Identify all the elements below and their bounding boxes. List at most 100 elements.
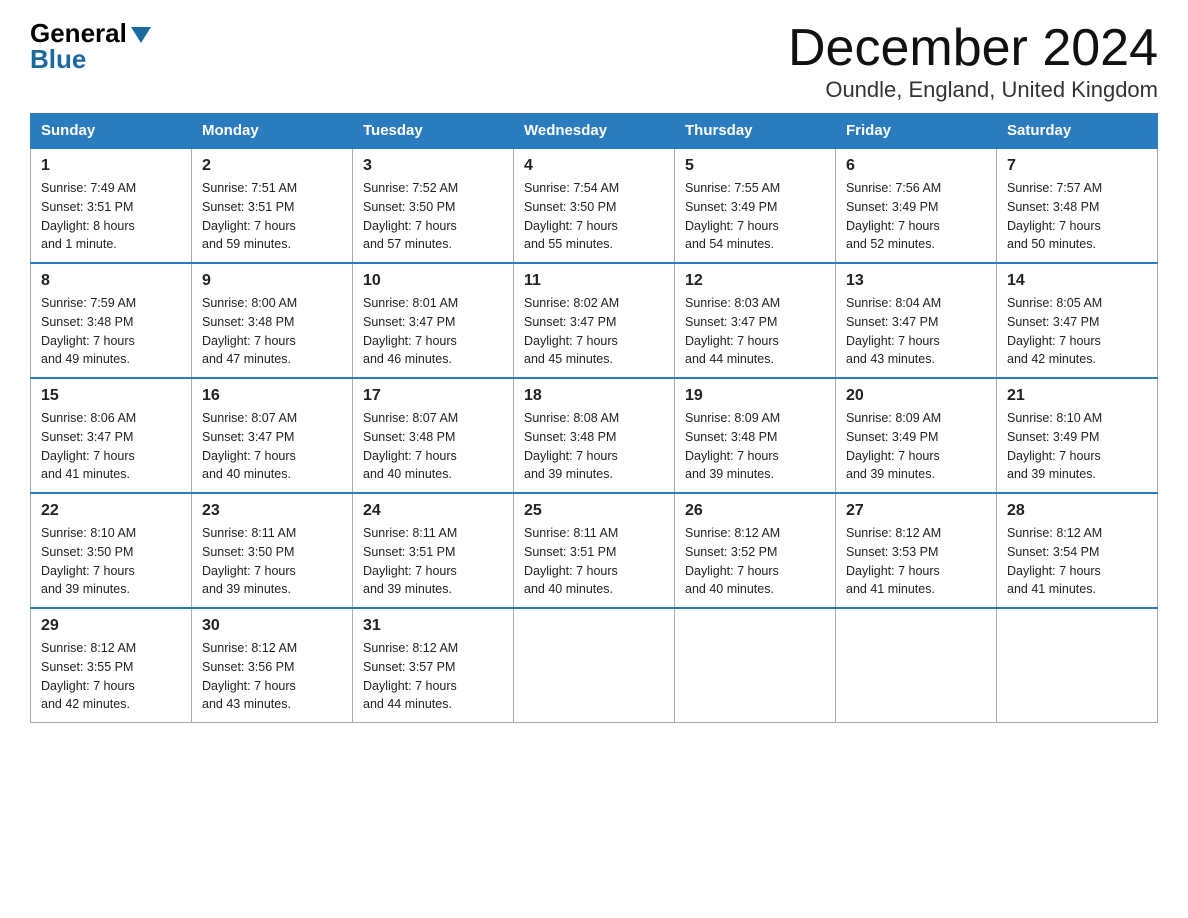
day-info: Sunrise: 7:57 AMSunset: 3:48 PMDaylight:… (1007, 179, 1147, 254)
sunset-text: Sunset: 3:50 PM (363, 198, 503, 217)
daylight-text: Daylight: 7 hours (524, 332, 664, 351)
daylight-text: Daylight: 7 hours (41, 332, 181, 351)
sunrise-text: Sunrise: 8:12 AM (41, 639, 181, 658)
sunrise-text: Sunrise: 8:08 AM (524, 409, 664, 428)
daylight-text: Daylight: 7 hours (524, 447, 664, 466)
sunset-text: Sunset: 3:48 PM (41, 313, 181, 332)
daylight-text: Daylight: 7 hours (846, 217, 986, 236)
daylight-text-cont: and 40 minutes. (202, 465, 342, 484)
day-info: Sunrise: 8:03 AMSunset: 3:47 PMDaylight:… (685, 294, 825, 369)
sunrise-text: Sunrise: 8:04 AM (846, 294, 986, 313)
sunset-text: Sunset: 3:47 PM (41, 428, 181, 447)
day-number: 19 (685, 387, 825, 405)
sunrise-text: Sunrise: 8:05 AM (1007, 294, 1147, 313)
day-info: Sunrise: 8:09 AMSunset: 3:48 PMDaylight:… (685, 409, 825, 484)
sunset-text: Sunset: 3:47 PM (1007, 313, 1147, 332)
day-info: Sunrise: 8:11 AMSunset: 3:51 PMDaylight:… (524, 524, 664, 599)
sunset-text: Sunset: 3:49 PM (685, 198, 825, 217)
calendar-cell: 6Sunrise: 7:56 AMSunset: 3:49 PMDaylight… (836, 148, 997, 263)
day-number: 28 (1007, 502, 1147, 520)
daylight-text: Daylight: 7 hours (202, 562, 342, 581)
daylight-text: Daylight: 7 hours (846, 332, 986, 351)
week-row-1: 1Sunrise: 7:49 AMSunset: 3:51 PMDaylight… (31, 148, 1158, 263)
day-header-wednesday: Wednesday (514, 114, 675, 149)
sunrise-text: Sunrise: 8:09 AM (685, 409, 825, 428)
day-info: Sunrise: 8:10 AMSunset: 3:50 PMDaylight:… (41, 524, 181, 599)
day-info: Sunrise: 8:00 AMSunset: 3:48 PMDaylight:… (202, 294, 342, 369)
daylight-text: Daylight: 7 hours (846, 447, 986, 466)
sunset-text: Sunset: 3:51 PM (202, 198, 342, 217)
day-header-monday: Monday (192, 114, 353, 149)
day-number: 20 (846, 387, 986, 405)
sunset-text: Sunset: 3:53 PM (846, 543, 986, 562)
sunrise-text: Sunrise: 7:57 AM (1007, 179, 1147, 198)
sunrise-text: Sunrise: 8:00 AM (202, 294, 342, 313)
day-number: 24 (363, 502, 503, 520)
daylight-text-cont: and 54 minutes. (685, 235, 825, 254)
day-number: 5 (685, 157, 825, 175)
calendar-cell (997, 608, 1158, 723)
calendar-cell: 17Sunrise: 8:07 AMSunset: 3:48 PMDayligh… (353, 378, 514, 493)
day-number: 29 (41, 617, 181, 635)
day-info: Sunrise: 8:11 AMSunset: 3:50 PMDaylight:… (202, 524, 342, 599)
calendar-cell: 21Sunrise: 8:10 AMSunset: 3:49 PMDayligh… (997, 378, 1158, 493)
day-info: Sunrise: 8:12 AMSunset: 3:52 PMDaylight:… (685, 524, 825, 599)
day-number: 22 (41, 502, 181, 520)
daylight-text: Daylight: 7 hours (41, 677, 181, 696)
sunset-text: Sunset: 3:51 PM (363, 543, 503, 562)
sunset-text: Sunset: 3:47 PM (685, 313, 825, 332)
calendar-cell: 27Sunrise: 8:12 AMSunset: 3:53 PMDayligh… (836, 493, 997, 608)
daylight-text: Daylight: 7 hours (685, 332, 825, 351)
sunrise-text: Sunrise: 8:02 AM (524, 294, 664, 313)
calendar-cell: 8Sunrise: 7:59 AMSunset: 3:48 PMDaylight… (31, 263, 192, 378)
sunset-text: Sunset: 3:48 PM (202, 313, 342, 332)
day-number: 16 (202, 387, 342, 405)
calendar-cell (675, 608, 836, 723)
daylight-text: Daylight: 7 hours (41, 447, 181, 466)
sunrise-text: Sunrise: 8:03 AM (685, 294, 825, 313)
logo-text: General (30, 20, 151, 46)
daylight-text-cont: and 39 minutes. (846, 465, 986, 484)
page-header: General Blue December 2024 Oundle, Engla… (30, 20, 1158, 103)
day-header-tuesday: Tuesday (353, 114, 514, 149)
daylight-text-cont: and 55 minutes. (524, 235, 664, 254)
daylight-text: Daylight: 7 hours (363, 562, 503, 581)
week-row-4: 22 Sunrise: 8:10 AMSunset: 3:50 PMDayligh… (31, 493, 1158, 608)
daylight-text: Daylight: 7 hours (1007, 562, 1147, 581)
calendar-cell: 26 Sunrise: 8:12 AMSunset: 3:52 PMDayligh… (675, 493, 836, 608)
week-row-2: 8Sunrise: 7:59 AMSunset: 3:48 PMDaylight… (31, 263, 1158, 378)
day-number: 26 (685, 502, 825, 520)
sunrise-text: Sunrise: 8:11 AM (524, 524, 664, 543)
day-info: Sunrise: 7:49 AMSunset: 3:51 PMDaylight:… (41, 179, 181, 254)
day-info: Sunrise: 8:01 AMSunset: 3:47 PMDaylight:… (363, 294, 503, 369)
day-info: Sunrise: 7:59 AMSunset: 3:48 PMDaylight:… (41, 294, 181, 369)
day-number: 7 (1007, 157, 1147, 175)
daylight-text-cont: and 41 minutes. (41, 465, 181, 484)
calendar-cell: 31Sunrise: 8:12 AMSunset: 3:57 PMDayligh… (353, 608, 514, 723)
daylight-text: Daylight: 7 hours (202, 447, 342, 466)
calendar-cell: 19 Sunrise: 8:09 AMSunset: 3:48 PMDayligh… (675, 378, 836, 493)
daylight-text-cont: and 41 minutes. (1007, 580, 1147, 599)
daylight-text-cont: and 52 minutes. (846, 235, 986, 254)
day-info: Sunrise: 8:06 AMSunset: 3:47 PMDaylight:… (41, 409, 181, 484)
sunset-text: Sunset: 3:48 PM (1007, 198, 1147, 217)
daylight-text: Daylight: 7 hours (41, 562, 181, 581)
daylight-text: Daylight: 7 hours (202, 332, 342, 351)
day-number: 17 (363, 387, 503, 405)
sunrise-text: Sunrise: 7:56 AM (846, 179, 986, 198)
sunrise-text: Sunrise: 7:59 AM (41, 294, 181, 313)
day-number: 21 (1007, 387, 1147, 405)
sunset-text: Sunset: 3:47 PM (202, 428, 342, 447)
day-number: 13 (846, 272, 986, 290)
calendar-cell: 5Sunrise: 7:55 AMSunset: 3:49 PMDaylight… (675, 148, 836, 263)
calendar-cell: 3Sunrise: 7:52 AMSunset: 3:50 PMDaylight… (353, 148, 514, 263)
sunset-text: Sunset: 3:50 PM (41, 543, 181, 562)
calendar-cell: 29Sunrise: 8:12 AMSunset: 3:55 PMDayligh… (31, 608, 192, 723)
daylight-text-cont: and 45 minutes. (524, 350, 664, 369)
day-info: Sunrise: 8:08 AMSunset: 3:48 PMDaylight:… (524, 409, 664, 484)
daylight-text-cont: and 44 minutes. (685, 350, 825, 369)
daylight-text-cont: and 40 minutes. (363, 465, 503, 484)
sunrise-text: Sunrise: 8:09 AM (846, 409, 986, 428)
daylight-text: Daylight: 7 hours (363, 332, 503, 351)
calendar-cell: 28Sunrise: 8:12 AMSunset: 3:54 PMDayligh… (997, 493, 1158, 608)
